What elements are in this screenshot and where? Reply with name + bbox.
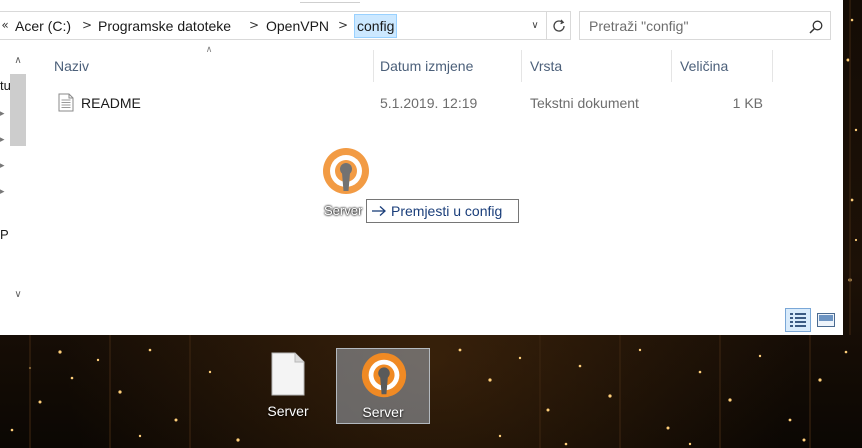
breadcrumb-separator-icon[interactable]: > (249, 17, 259, 33)
breadcrumb-programske-datoteke[interactable]: Programske datoteke (98, 16, 231, 36)
overflow-chevron-icon[interactable]: « (0, 17, 10, 33)
details-view-button[interactable] (785, 308, 811, 332)
nav-scrollbar-thumb[interactable] (10, 74, 26, 146)
openvpn-icon (323, 148, 369, 194)
blank-document-icon (271, 352, 305, 396)
search-box[interactable] (579, 11, 831, 40)
desktop-icon-server-openvpn[interactable]: Server (336, 348, 430, 424)
nav-item-fragment[interactable]: P (0, 227, 9, 242)
search-icon[interactable] (808, 19, 824, 35)
nav-expand-chevron-icon[interactable]: ▸ (0, 134, 8, 146)
nav-expand-chevron-icon[interactable]: ▸ (0, 186, 8, 198)
breadcrumb-separator-icon[interactable]: > (338, 17, 348, 33)
drag-tooltip-text: Premjesti u config (391, 203, 503, 219)
large-icons-view-button[interactable] (814, 308, 838, 332)
address-dropdown-chevron-icon[interactable]: ∨ (524, 11, 546, 40)
file-name: README (81, 95, 141, 111)
search-input[interactable] (589, 16, 799, 36)
file-size: 1 KB (732, 95, 763, 111)
desktop-icon-label: Server (362, 404, 404, 420)
column-header-size[interactable]: Veličina (674, 52, 774, 80)
breadcrumb-acer-c[interactable]: Acer (C:) (15, 16, 71, 36)
move-arrow-icon (372, 206, 386, 216)
column-divider[interactable] (521, 50, 522, 82)
large-icons-view-icon (817, 313, 835, 327)
nav-expand-chevron-icon[interactable]: ▸ (0, 160, 8, 172)
desktop-icon-server-file[interactable]: Server (241, 348, 335, 424)
refresh-icon (552, 19, 565, 32)
file-explorer-window: « Acer (C:) > Programske datoteke > Open… (0, 0, 843, 335)
column-header-type[interactable]: Vrsta (524, 52, 672, 80)
drag-item-label: Server (324, 203, 363, 218)
breadcrumb-separator-icon[interactable]: > (82, 17, 92, 33)
refresh-button[interactable] (547, 11, 571, 40)
breadcrumb-config[interactable]: config (354, 14, 398, 38)
nav-scroll-down-arrow-icon[interactable]: ∨ (10, 288, 26, 302)
column-divider[interactable] (671, 50, 672, 82)
nav-expand-chevron-icon[interactable]: ▸ (0, 108, 8, 120)
address-row: « Acer (C:) > Programske datoteke > Open… (0, 0, 843, 52)
file-row-readme[interactable]: README 5.1.2019. 12:19 Tekstni dokument … (50, 90, 775, 116)
column-header-date-modified[interactable]: Datum izmjene (374, 52, 522, 80)
file-date-modified: 5.1.2019. 12:19 (380, 95, 478, 111)
details-view-icon (790, 313, 806, 327)
desktop-icon-label: Server (267, 403, 309, 419)
window-top-edge (300, 0, 360, 3)
column-header-name[interactable]: Naziv (48, 52, 372, 80)
file-type: Tekstni dokument (530, 95, 639, 111)
column-divider[interactable] (772, 50, 773, 82)
drag-move-tooltip: Premjesti u config (366, 199, 519, 223)
text-file-icon (58, 93, 74, 112)
openvpn-icon (361, 352, 407, 398)
breadcrumb-openvpn[interactable]: OpenVPN (266, 16, 329, 36)
nav-scroll-up-arrow-icon[interactable]: ∧ (10, 54, 26, 68)
